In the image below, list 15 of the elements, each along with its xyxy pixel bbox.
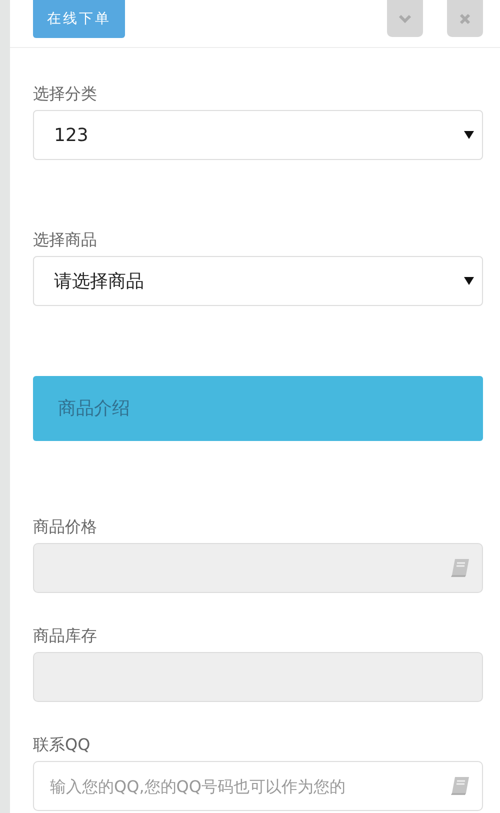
select-field[interactable]: 请选择商品 <box>33 256 483 306</box>
select-field[interactable]: 123 <box>33 110 483 160</box>
chevron-down-icon <box>398 14 412 24</box>
field-label: 选择商品 <box>33 230 98 250</box>
close-icon <box>459 12 471 24</box>
caret-icon <box>464 276 474 286</box>
field-label: 商品库存 <box>33 626 98 646</box>
intro-banner: 商品介绍 <box>33 376 483 441</box>
close-button[interactable] <box>447 0 483 37</box>
field-label: 联系QQ <box>33 735 92 755</box>
input-field[interactable]: 输入您的QQ,您的QQ号码也可以作为您的 <box>33 761 483 811</box>
field-label: 商品价格 <box>33 517 98 537</box>
caret-icon <box>464 130 474 140</box>
collapse-button[interactable] <box>387 0 423 37</box>
field-label: 选择分类 <box>33 84 98 104</box>
